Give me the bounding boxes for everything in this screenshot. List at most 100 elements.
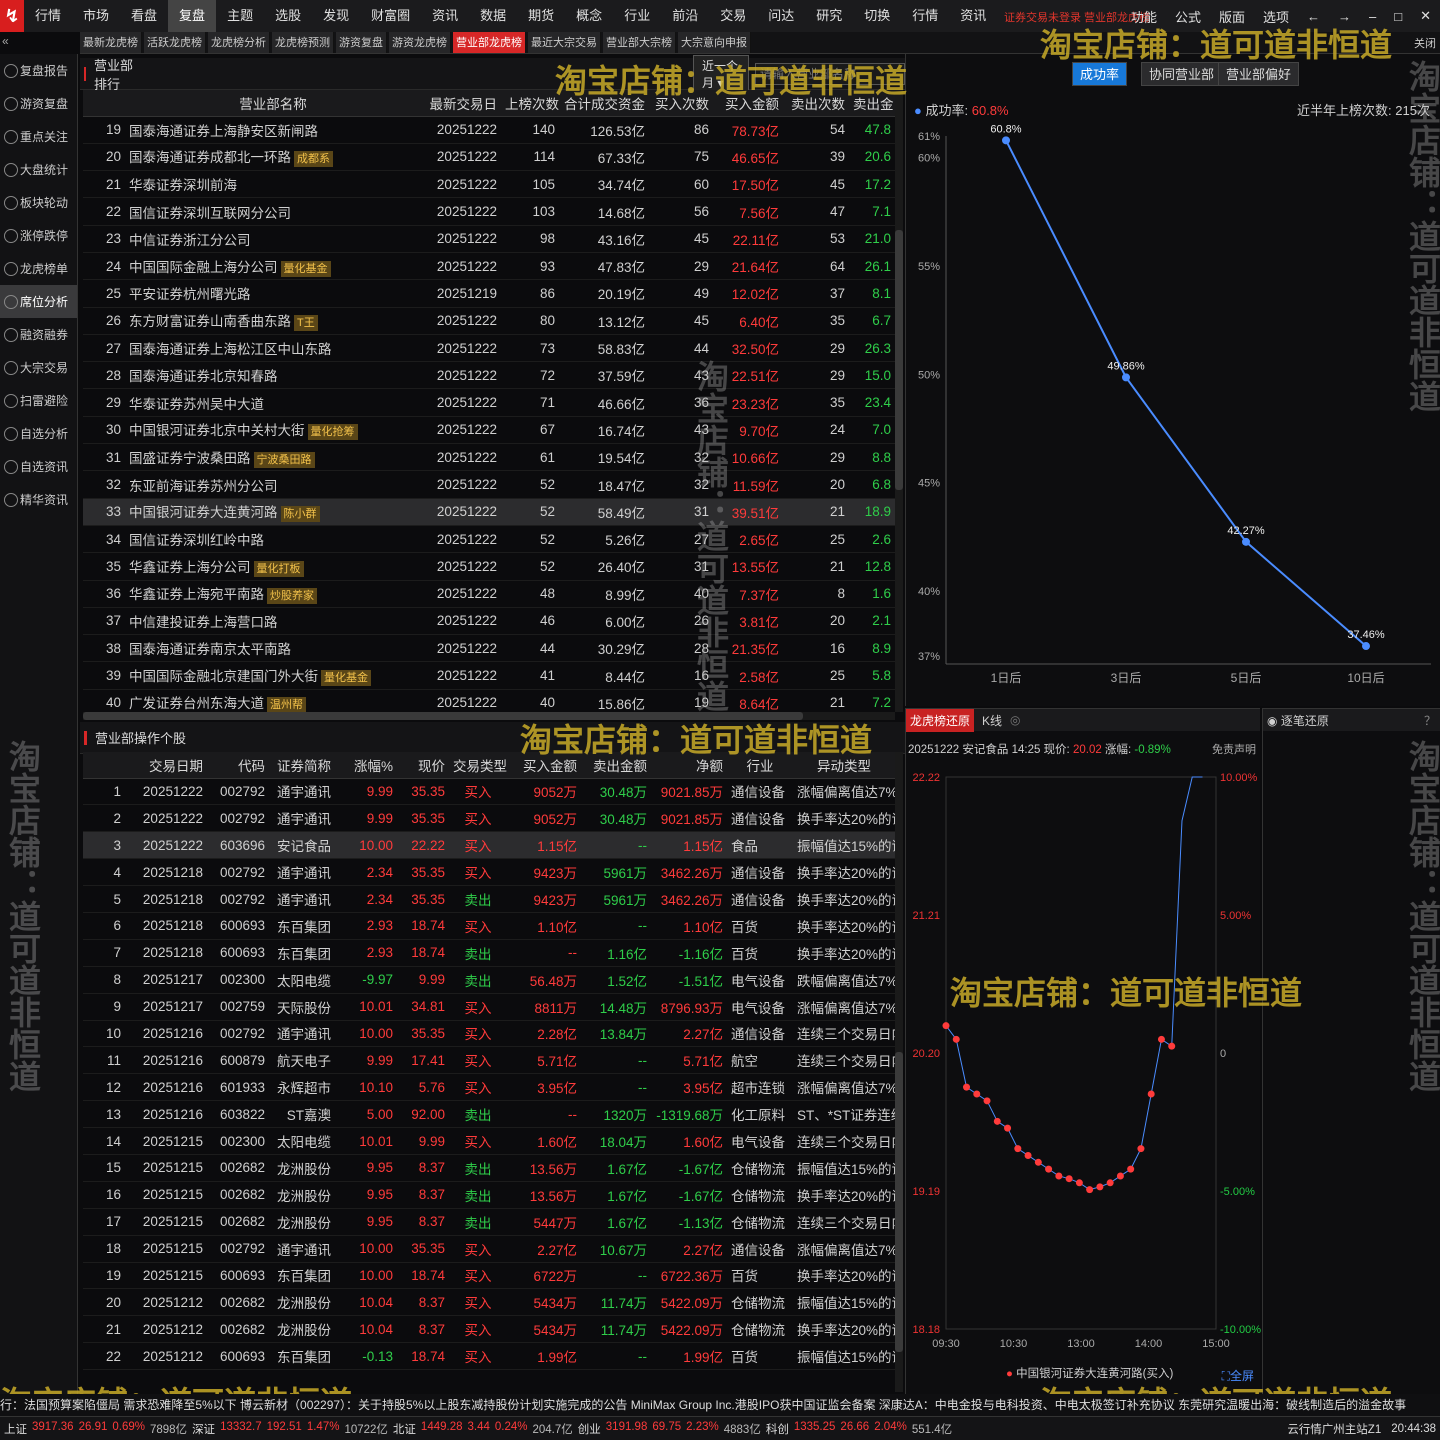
table-row[interactable]: 6 20251218 600693 东百集团 2.93 18.74 买入 1.10亿 -- 1.1…: [83, 912, 895, 940]
ops-col-header[interactable]: 代码: [207, 752, 269, 779]
table-row[interactable]: 20 20251212 002682 龙洲股份 10.04 8.37 买入 5434万 11.7…: [83, 1288, 895, 1317]
tab-kline[interactable]: K线: [974, 709, 1010, 732]
table-row[interactable]: 35 华鑫证券上海分公司 量化打板 20251222 52 26.40亿 31 13.55亿 2…: [83, 552, 895, 581]
menu-item[interactable]: 交易: [709, 0, 757, 32]
table-row[interactable]: 1 20251222 002792 通宇通讯 9.99 35.35 买入 9052万 30.48…: [83, 778, 895, 806]
help-icon[interactable]: ？: [1424, 712, 1436, 728]
menu-item[interactable]: 资讯: [421, 0, 469, 32]
menu-item[interactable]: 复盘: [168, 0, 217, 32]
table-row[interactable]: 23 中信证券浙江分公司 20251222 98 43.16亿 45 22.11亿 53 21.…: [83, 225, 895, 253]
table-row[interactable]: 40 广发证券台州东海大道 温州帮 20251222 40 15.86亿 19 8.64亿 21…: [83, 689, 895, 712]
subtab[interactable]: 大宗意向申报: [678, 32, 751, 53]
table-row[interactable]: 19 20251215 600693 东百集团 10.00 18.74 买入 6722万 -- 6…: [83, 1262, 895, 1290]
table-row[interactable]: 21 20251212 002682 龙洲股份 10.04 8.37 买入 5434万 11.7…: [83, 1315, 895, 1344]
rank-col-header[interactable]: [83, 90, 125, 117]
collapse-icon[interactable]: «: [2, 34, 9, 48]
menu-item[interactable]: 数据: [469, 0, 517, 32]
ops-col-header[interactable]: 交易日期: [125, 752, 207, 779]
table-row[interactable]: 10 20251216 002792 通宇通讯 10.00 35.35 买入 2.28亿 13.…: [83, 1020, 895, 1048]
table-row[interactable]: 7 20251218 600693 东百集团 2.93 18.74 卖出 -- 1.16亿 -1.…: [83, 939, 895, 967]
sidebar-item[interactable]: 融资融券: [0, 318, 77, 351]
table-row[interactable]: 18 20251215 002792 通宇通讯 10.00 35.35 买入 2.27亿 10.…: [83, 1235, 895, 1263]
close-icon[interactable]: ✕: [1411, 8, 1440, 24]
menu-item[interactable]: 财富圈: [360, 0, 421, 32]
menu-item[interactable]: 切换: [853, 0, 901, 32]
menu-item[interactable]: 发现: [312, 0, 360, 32]
table-row[interactable]: 13 20251216 603822 ST嘉澳 5.00 92.00 卖出 -- 1320万 -1…: [83, 1100, 895, 1129]
sidebar-item[interactable]: 涨停跌停: [0, 219, 77, 252]
sidebar-item[interactable]: 板块轮动: [0, 186, 77, 219]
subtab[interactable]: 龙虎榜预测: [272, 32, 334, 53]
table-row[interactable]: 28 国泰海通证券北京知春路 20251222 72 37.59亿 43 22.51亿 29 1…: [83, 361, 895, 390]
table-row[interactable]: 17 20251215 002682 龙洲股份 9.95 8.37 卖出 5447万 1.67亿…: [83, 1208, 895, 1236]
subtab[interactable]: 龙虎榜分析: [208, 32, 270, 53]
sidebar-item[interactable]: 扫雷避险: [0, 384, 77, 417]
table-row[interactable]: 22 20251212 600693 东百集团 -0.13 18.74 买入 1.99亿 -- 1…: [83, 1342, 895, 1371]
menu-item[interactable]: 看盘: [120, 0, 168, 32]
subtab[interactable]: 活跃龙虎榜: [144, 32, 206, 53]
table-row[interactable]: 25 平安证券杭州曙光路 20251219 86 20.19亿 49 12.02亿 37 8.1: [83, 279, 895, 308]
menu-item[interactable]: 问达: [757, 0, 805, 32]
sidebar-item[interactable]: 自选资讯: [0, 450, 77, 483]
table-row[interactable]: 2 20251222 002792 通宇通讯 9.99 35.35 买入 9052万 30.48…: [83, 804, 895, 833]
table-row[interactable]: 5 20251218 002792 通宇通讯 2.34 35.35 卖出 9423万 5961万…: [83, 885, 895, 913]
table-row[interactable]: 32 东亚前海证券苏州分公司 20251222 52 18.47亿 32 11.59亿 20 6…: [83, 470, 895, 499]
menu-item[interactable]: 概念: [565, 0, 613, 32]
disclaimer-link[interactable]: 免责声明: [1212, 741, 1256, 757]
table-row[interactable]: 12 20251216 601933 永辉超市 10.10 5.76 买入 3.95亿 -- 3.…: [83, 1073, 895, 1102]
table-row[interactable]: 33 中国银河证券大连黄河路 陈小群 20251222 52 58.49亿 31 39.51亿…: [83, 498, 895, 526]
table-row[interactable]: 4 20251218 002792 通宇通讯 2.34 35.35 买入 9423万 5961万…: [83, 858, 895, 887]
sidebar-item[interactable]: 大宗交易: [0, 351, 77, 384]
menu-item[interactable]: 前沿: [661, 0, 709, 32]
table-row[interactable]: 15 20251215 002682 龙洲股份 9.95 8.37 卖出 13.56万 1.67…: [83, 1154, 895, 1182]
table-row[interactable]: 26 东方财富证券山南香曲东路 T王 20251222 80 13.12亿 45 6.40亿 3…: [83, 307, 895, 335]
menu-item[interactable]: 期货: [517, 0, 565, 32]
sidebar-item[interactable]: 龙虎榜单: [0, 252, 77, 285]
close-tab-button[interactable]: 关闭: [1414, 35, 1436, 51]
sidebar-item[interactable]: 自选分析: [0, 417, 77, 450]
table-row[interactable]: 8 20251217 002300 太阳电缆 -9.97 9.99 卖出 56.48万 1.52…: [83, 966, 895, 994]
settings-icon[interactable]: ◎: [1010, 713, 1020, 727]
table-row[interactable]: 38 国泰海通证券南京太平南路 20251222 44 30.29亿 28 21.35亿 16…: [83, 634, 895, 663]
subtab[interactable]: 营业部龙虎榜: [453, 32, 526, 53]
subtab[interactable]: 游资龙虎榜: [389, 32, 451, 53]
table-row[interactable]: 31 国盛证券宁波桑田路 宁波桑田路 20251222 61 19.54亿 32 10.66亿…: [83, 443, 895, 472]
sidebar-item[interactable]: 复盘报告: [0, 54, 77, 87]
table-row[interactable]: 39 中国国际金融北京建国门外大街 量化基金 20251222 41 8.44亿 16 2.5…: [83, 661, 895, 690]
menu-item[interactable]: 选股: [264, 0, 312, 32]
menu-item[interactable]: 行情: [24, 0, 72, 32]
subtab[interactable]: 最近大宗交易: [528, 32, 601, 53]
sidebar-item[interactable]: 游资复盘: [0, 87, 77, 120]
rank-col-header[interactable]: 最新交易日: [421, 90, 501, 117]
table-row[interactable]: 34 国信证券深圳红岭中路 20251222 52 5.26亿 27 2.65亿 25 2.6: [83, 525, 895, 554]
table-row[interactable]: 20 国泰海通证券成都北一环路 成都系 20251222 114 67.33亿 75 46.6…: [83, 143, 895, 172]
menu-item[interactable]: 行业: [613, 0, 661, 32]
menu-item[interactable]: 行情: [901, 0, 949, 32]
sidebar-item[interactable]: 精华资讯: [0, 483, 77, 516]
rank-scrollbar[interactable]: [895, 90, 903, 712]
table-row[interactable]: 11 20251216 600879 航天电子 9.99 17.41 买入 5.71亿 -- 5.…: [83, 1046, 895, 1075]
ops-col-header[interactable]: [83, 752, 125, 779]
sidebar-item[interactable]: 大盘统计: [0, 153, 77, 186]
table-row[interactable]: 21 华泰证券深圳前海 20251222 105 34.74亿 60 17.50亿 45 17.…: [83, 170, 895, 199]
table-row[interactable]: 3 20251222 603696 安记食品 10.00 22.22 买入 1.15亿 -- 1.…: [83, 831, 895, 860]
table-row[interactable]: 37 中信建投证券上海营口路 20251222 46 6.00亿 26 3.81亿 20 2.1: [83, 607, 895, 636]
subtab[interactable]: 最新龙虎榜: [80, 32, 142, 53]
ops-col-header[interactable]: 证券简称: [269, 752, 335, 779]
ops-col-header[interactable]: 现价: [397, 752, 449, 779]
menu-item[interactable]: 资讯: [949, 0, 997, 32]
ops-scrollbar[interactable]: [895, 752, 903, 1392]
sidebar-item[interactable]: 席位分析: [0, 285, 77, 318]
tab-lhb-restore[interactable]: 龙虎榜还原: [906, 708, 975, 732]
sidebar-item[interactable]: 重点关注: [0, 120, 77, 153]
table-row[interactable]: 24 中国国际金融上海分公司 量化基金 20251222 93 47.83亿 29 21.64…: [83, 252, 895, 281]
ops-col-header[interactable]: 涨幅%: [335, 752, 397, 779]
subtab[interactable]: 营业部大宗榜: [603, 32, 676, 53]
news-ticker[interactable]: 行：法国预算案陷僵局 需求恐难降至5%以下 博云新材（002297）：关于持股5…: [0, 1394, 1440, 1416]
table-row[interactable]: 16 20251215 002682 龙洲股份 9.95 8.37 卖出 13.56万 1.67…: [83, 1181, 895, 1209]
table-row[interactable]: 22 国信证券深圳互联网分公司 20251222 103 14.68亿 56 7.56亿 47…: [83, 197, 895, 226]
table-row[interactable]: 36 华鑫证券上海宛平南路 炒股养家 20251222 48 8.99亿 40 7.37亿 8 1…: [83, 580, 895, 608]
menu-item[interactable]: 研究: [805, 0, 853, 32]
table-row[interactable]: 27 国泰海通证券上海松江区中山东路 20251222 73 58.83亿 44 32.50…: [83, 334, 895, 363]
menu-item[interactable]: 市场: [72, 0, 120, 32]
